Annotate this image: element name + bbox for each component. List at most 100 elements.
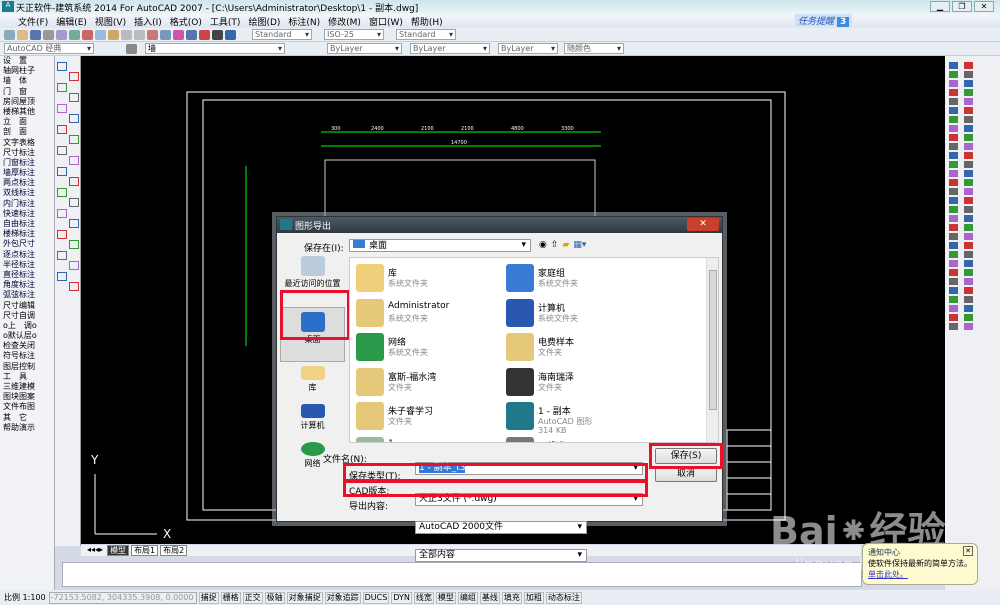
linetype-select[interactable]: ByLayer — [410, 43, 490, 54]
design-center-icon[interactable] — [186, 29, 197, 40]
file-item[interactable]: Administrator 系统文件夹 — [352, 297, 512, 331]
modify-tool-icon[interactable] — [949, 215, 958, 222]
draw-tool-icon[interactable] — [69, 114, 79, 123]
palette-item[interactable]: 设 置 — [0, 56, 54, 66]
menu-help[interactable]: 帮助(H) — [411, 15, 443, 28]
modify-tool-icon[interactable] — [949, 188, 958, 195]
modify-tool-icon[interactable] — [964, 224, 973, 231]
plotstyle-select[interactable]: 随颜色 — [564, 43, 624, 54]
file-item[interactable]: 五线谱 — [502, 435, 662, 442]
layer-manager-icon[interactable] — [126, 43, 137, 54]
modify-tool-icon[interactable] — [949, 62, 958, 69]
save-in-select[interactable]: 桌面 — [349, 239, 531, 252]
draw-tool-icon[interactable] — [69, 198, 79, 207]
palette-item[interactable]: 楼梯标注 — [0, 229, 54, 239]
palette-item[interactable]: 墙厚标注 — [0, 168, 54, 178]
menu-window[interactable]: 窗口(W) — [369, 15, 403, 28]
modify-tool-icon[interactable] — [964, 143, 973, 150]
modify-tool-icon[interactable] — [964, 71, 973, 78]
modify-tool-icon[interactable] — [964, 80, 973, 87]
modify-tool-icon[interactable] — [964, 170, 973, 177]
modify-tool-icon[interactable] — [949, 323, 958, 330]
palette-item[interactable]: 符号标注 — [0, 351, 54, 361]
copy-icon[interactable] — [95, 29, 106, 40]
palette-item[interactable]: 文字表格 — [0, 138, 54, 148]
color-select[interactable]: ByLayer — [327, 43, 402, 54]
modify-tool-icon[interactable] — [964, 107, 973, 114]
tab-layout2[interactable]: 布局2 — [160, 545, 188, 556]
modify-tool-icon[interactable] — [949, 152, 958, 159]
modify-tool-icon[interactable] — [949, 287, 958, 294]
status-toggle[interactable]: 极轴 — [264, 591, 285, 604]
modify-tool-icon[interactable] — [949, 314, 958, 321]
palette-item[interactable]: o上 调o — [0, 321, 54, 331]
modify-tool-icon[interactable] — [949, 242, 958, 249]
scroll-thumb[interactable] — [709, 270, 717, 410]
draw-tool-icon[interactable] — [69, 72, 79, 81]
menu-file[interactable]: 文件(F) — [18, 15, 48, 28]
modify-tool-icon[interactable] — [964, 215, 973, 222]
modify-tool-icon[interactable] — [964, 287, 973, 294]
menu-edit[interactable]: 编辑(E) — [56, 15, 87, 28]
status-toggle[interactable]: 动态标注 — [545, 591, 582, 604]
modify-tool-icon[interactable] — [964, 260, 973, 267]
close-button[interactable]: ✕ — [974, 1, 994, 12]
status-toggle[interactable]: 编组 — [457, 591, 478, 604]
palette-item[interactable]: 轴网柱子 — [0, 66, 54, 76]
file-item[interactable]: 1 — [352, 435, 512, 442]
palette-item[interactable]: 墙 体 — [0, 76, 54, 86]
workspace-select[interactable]: AutoCAD 经典 — [4, 43, 94, 54]
palette-item[interactable]: o默认层o — [0, 331, 54, 341]
properties-icon[interactable] — [173, 29, 184, 40]
open-icon[interactable] — [17, 29, 28, 40]
file-item[interactable]: 朱子睿学习 文件夹 — [352, 400, 512, 434]
palette-item[interactable]: 逐点标注 — [0, 250, 54, 260]
file-item[interactable]: 电费样本 文件夹 — [502, 331, 662, 365]
draw-tool-icon[interactable] — [69, 156, 79, 165]
tab-model[interactable]: 模型 — [107, 545, 130, 556]
undo-icon[interactable] — [121, 29, 132, 40]
file-item[interactable]: 富斯-福水湾 文件夹 — [352, 366, 512, 400]
modify-tool-icon[interactable] — [949, 143, 958, 150]
modify-tool-icon[interactable] — [949, 125, 958, 132]
modify-tool-icon[interactable] — [964, 242, 973, 249]
back-icon[interactable]: ◉ — [539, 240, 547, 250]
modify-tool-icon[interactable] — [964, 251, 973, 258]
modify-tool-icon[interactable] — [964, 197, 973, 204]
markup-icon[interactable] — [199, 29, 210, 40]
new-icon[interactable] — [4, 29, 15, 40]
modify-tool-icon[interactable] — [949, 269, 958, 276]
palette-item[interactable]: 自由标注 — [0, 219, 54, 229]
modify-tool-icon[interactable] — [949, 134, 958, 141]
file-item[interactable]: 海南瑞泽 文件夹 — [502, 366, 662, 400]
modify-tool-icon[interactable] — [949, 179, 958, 186]
palette-item[interactable]: 角度标注 — [0, 280, 54, 290]
draw-tool-icon[interactable] — [57, 251, 67, 260]
close-icon[interactable]: ✕ — [963, 546, 973, 556]
tab-layout1[interactable]: 布局1 — [131, 545, 159, 556]
modify-tool-icon[interactable] — [949, 233, 958, 240]
up-folder-icon[interactable]: ⇧ — [551, 240, 559, 250]
draw-tool-icon[interactable] — [69, 240, 79, 249]
modify-tool-icon[interactable] — [964, 323, 973, 330]
status-toggle[interactable]: DUCS — [362, 591, 390, 604]
draw-tool-icon[interactable] — [57, 167, 67, 176]
publish-icon[interactable] — [69, 29, 80, 40]
save-icon[interactable] — [30, 29, 41, 40]
palette-item[interactable]: 其 它 — [0, 413, 54, 423]
modify-tool-icon[interactable] — [964, 89, 973, 96]
palette-item[interactable]: 楼梯其他 — [0, 107, 54, 117]
modify-tool-icon[interactable] — [964, 98, 973, 105]
draw-tool-icon[interactable] — [57, 188, 67, 197]
modify-tool-icon[interactable] — [964, 188, 973, 195]
palette-item[interactable]: 门 窗 — [0, 87, 54, 97]
restore-button[interactable]: ❐ — [952, 1, 972, 12]
palette-item[interactable]: 图块图案 — [0, 392, 54, 402]
draw-tool-icon[interactable] — [69, 93, 79, 102]
modify-tool-icon[interactable] — [964, 134, 973, 141]
status-toggle[interactable]: 对象捕捉 — [286, 591, 323, 604]
menu-format[interactable]: 格式(O) — [170, 15, 202, 28]
menu-modify[interactable]: 修改(M) — [328, 15, 361, 28]
export-content-select[interactable]: 全部内容 — [415, 549, 587, 562]
palette-item[interactable]: 内门标注 — [0, 199, 54, 209]
